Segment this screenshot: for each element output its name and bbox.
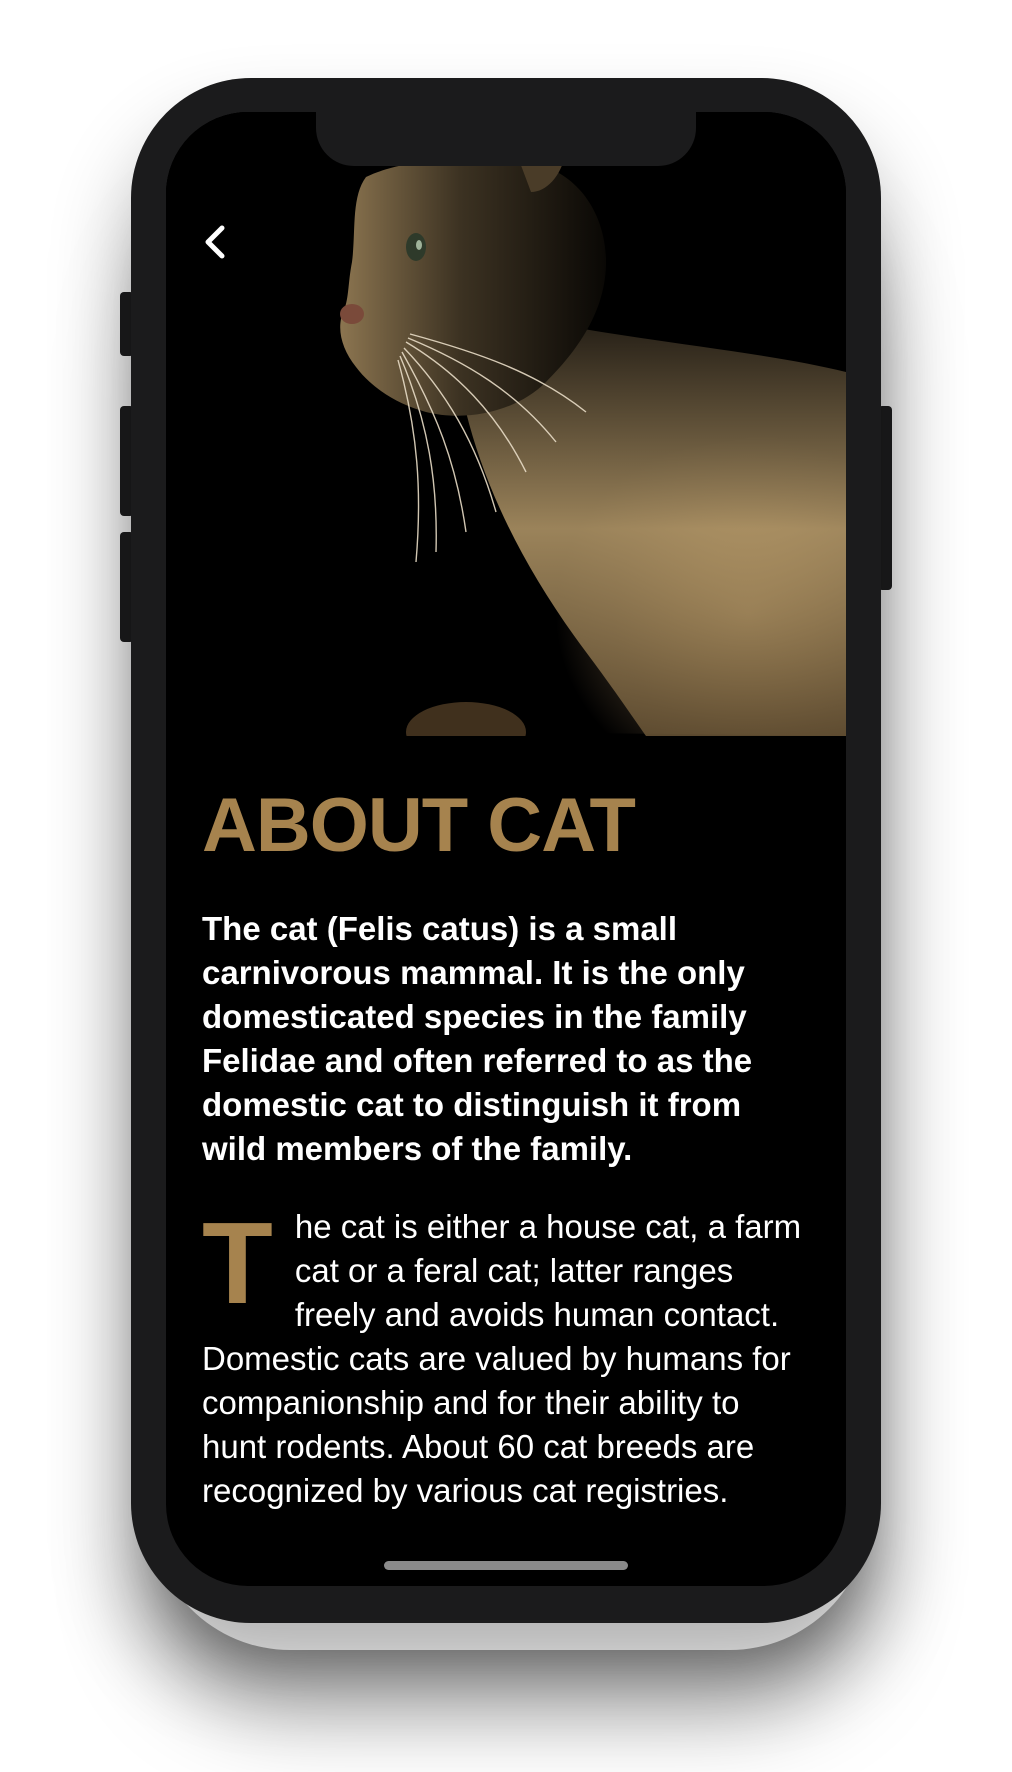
cat-photo [166,112,846,736]
intro-paragraph: The cat (Felis catus) is a small carnivo… [202,910,753,1167]
hero-image [166,112,846,736]
body-paragraph: The cat is either a house cat, a farm ca… [202,1205,812,1513]
home-indicator[interactable] [384,1561,628,1570]
chevron-left-icon [205,225,225,259]
body-text: he cat is either a house cat, a farm cat… [202,1208,802,1509]
back-button[interactable] [194,220,238,264]
app-screen: ABOUT CAT The cat (Felis catus) is a sma… [166,112,846,1586]
device-notch [316,112,696,166]
page-title: ABOUT CAT [202,783,636,868]
drop-cap: T [202,1198,273,1328]
stage: ABOUT CAT The cat (Felis catus) is a sma… [0,0,1012,1772]
